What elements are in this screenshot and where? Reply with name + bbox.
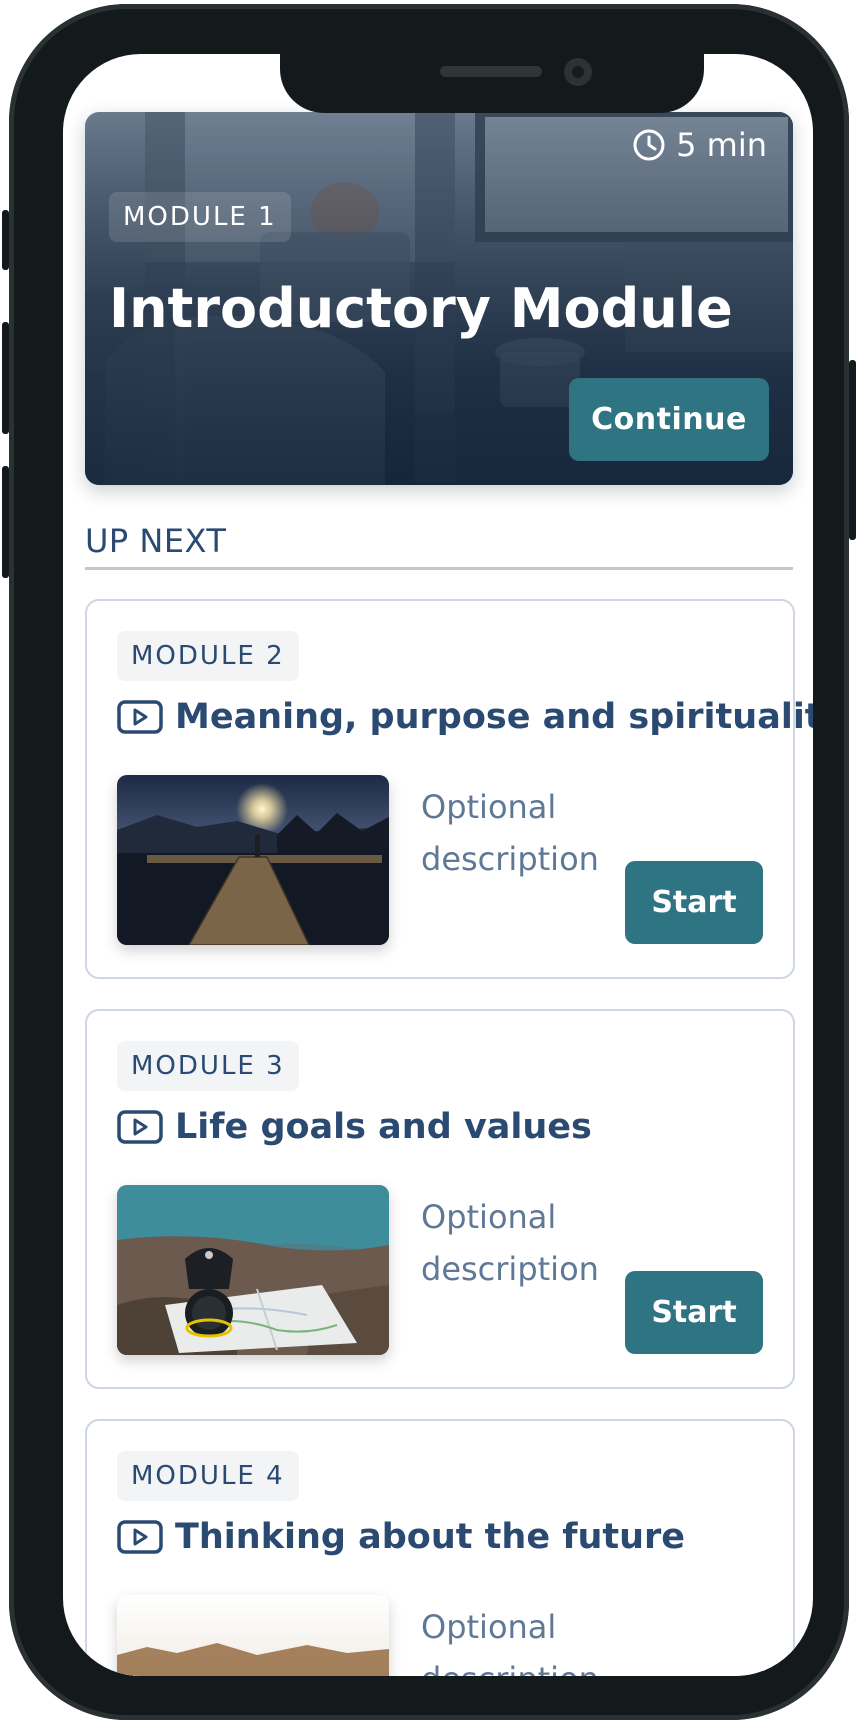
video-play-icon xyxy=(117,1520,163,1554)
clock-icon xyxy=(633,129,665,161)
volume-up-button xyxy=(2,322,9,434)
module-badge: MODULE 1 xyxy=(109,192,291,242)
phone-screen: 5 min MODULE 1 Introductory Module Conti… xyxy=(63,54,813,1676)
module-thumbnail xyxy=(117,1595,389,1676)
phone-frame: 5 min MODULE 1 Introductory Module Conti… xyxy=(2,4,856,1720)
duration-indicator: 5 min xyxy=(632,126,767,164)
module-badge: MODULE 3 xyxy=(117,1041,299,1091)
volume-down-button xyxy=(2,466,9,578)
notch xyxy=(280,54,704,113)
dock-night-image xyxy=(117,775,389,945)
mute-switch xyxy=(2,210,9,270)
module-title: Life goals and values xyxy=(175,1107,592,1147)
module-title-row[interactable]: Thinking about the future xyxy=(117,1517,685,1557)
front-camera xyxy=(564,58,592,86)
start-button[interactable]: Start xyxy=(625,861,763,944)
module-badge: MODULE 2 xyxy=(117,631,299,681)
duration-text: 5 min xyxy=(676,126,767,164)
module-description: Optional description xyxy=(421,788,599,878)
module-card[interactable]: MODULE 2 Meaning, purpose and spirituali… xyxy=(85,599,813,979)
module-title-row[interactable]: Life goals and values xyxy=(117,1107,592,1147)
section-divider xyxy=(85,567,793,570)
power-button xyxy=(849,360,856,540)
video-play-icon xyxy=(117,700,163,734)
speaker-grille xyxy=(440,66,542,77)
video-play-icon xyxy=(117,1110,163,1144)
current-module-hero[interactable]: 5 min MODULE 1 Introductory Module Conti… xyxy=(85,112,793,485)
module-card[interactable]: MODULE 4 Thinking about the future Optio… xyxy=(85,1419,795,1676)
module-title-row[interactable]: Meaning, purpose and spirituality xyxy=(117,697,813,737)
module-description: Optional description xyxy=(421,1198,599,1288)
module-badge: MODULE 4 xyxy=(117,1451,299,1501)
module-title: Thinking about the future xyxy=(175,1517,686,1557)
hero-title: Introductory Module xyxy=(109,277,733,340)
module-title: Meaning, purpose and spirituality xyxy=(175,697,813,737)
sunset-landscape-image xyxy=(117,1595,389,1676)
continue-button[interactable]: Continue xyxy=(569,378,769,461)
up-next-heading: UP NEXT xyxy=(85,522,227,560)
start-button[interactable]: Start xyxy=(625,1271,763,1354)
compass-map-image xyxy=(117,1185,389,1355)
module-description: Optional description xyxy=(421,1608,599,1676)
module-thumbnail xyxy=(117,1185,389,1355)
module-card[interactable]: MODULE 3 Life goals and values Optional … xyxy=(85,1009,795,1389)
module-thumbnail xyxy=(117,775,389,945)
